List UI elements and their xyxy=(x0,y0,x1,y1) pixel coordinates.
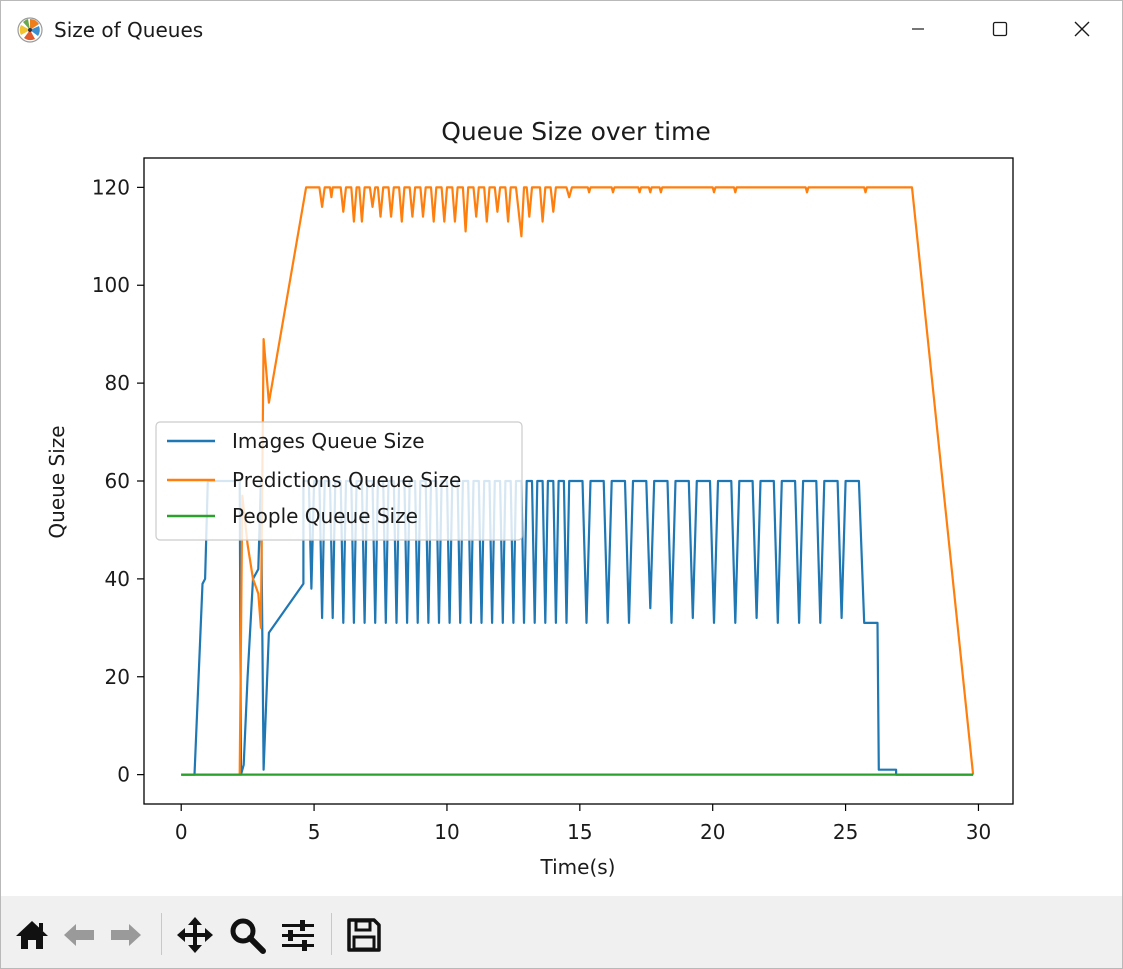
figure-window: Size of Queues Queue Size over time 0 5 10… xyxy=(0,0,1123,969)
y-tick-label: 100 xyxy=(92,273,130,297)
y-tick-label: 40 xyxy=(105,567,130,591)
legend-label-people: People Queue Size xyxy=(232,504,418,528)
maximize-icon xyxy=(992,21,1008,37)
matplotlib-logo-icon xyxy=(17,17,43,43)
back-button[interactable] xyxy=(58,913,100,957)
navigation-toolbar xyxy=(1,896,1122,968)
back-icon xyxy=(64,924,94,946)
y-tick-label: 120 xyxy=(92,175,130,199)
legend-label-predictions: Predictions Queue Size xyxy=(232,468,461,492)
maximize-button[interactable] xyxy=(969,1,1031,57)
plot-canvas[interactable]: Queue Size over time 0 5 10 15 20 25 30 0 20 40 60… xyxy=(1,57,1122,895)
save-icon xyxy=(347,918,381,952)
x-tick-label: 10 xyxy=(434,820,459,844)
chart-title: Queue Size over time xyxy=(441,117,711,146)
zoom-button[interactable] xyxy=(226,913,268,957)
home-icon xyxy=(16,921,48,949)
window-title: Size of Queues xyxy=(54,18,204,42)
title-bar[interactable]: Size of Queues xyxy=(1,1,1122,57)
pan-icon xyxy=(177,917,213,953)
minimize-icon xyxy=(912,28,924,30)
y-axis-label: Queue Size xyxy=(45,425,69,538)
legend: Images Queue Size Predictions Queue Size… xyxy=(155,421,523,541)
toolbar-separator xyxy=(331,913,332,955)
zoom-icon xyxy=(230,918,266,954)
forward-button[interactable] xyxy=(105,913,147,957)
save-button[interactable] xyxy=(343,913,385,957)
configure-subplots-button[interactable] xyxy=(277,913,319,957)
x-tick-label: 25 xyxy=(833,820,858,844)
home-button[interactable] xyxy=(11,913,53,957)
line-chart[interactable]: Queue Size over time 0 5 10 15 20 25 30 0 20 40 60… xyxy=(1,57,1122,895)
x-tick-label: 0 xyxy=(175,820,188,844)
configure-subplots-icon xyxy=(282,920,314,951)
x-tick-label: 20 xyxy=(700,820,725,844)
pan-button[interactable] xyxy=(174,913,216,957)
y-tick-label: 60 xyxy=(105,469,130,493)
close-button[interactable] xyxy=(1051,1,1113,57)
y-tick-label: 0 xyxy=(117,763,130,787)
close-icon xyxy=(1074,21,1090,37)
x-tick-label: 15 xyxy=(567,820,592,844)
legend-label-images: Images Queue Size xyxy=(232,429,425,453)
y-tick-label: 80 xyxy=(105,371,130,395)
forward-icon xyxy=(111,924,141,946)
toolbar-separator xyxy=(161,913,162,955)
y-tick-label: 20 xyxy=(105,665,130,689)
x-tick-label: 30 xyxy=(966,820,991,844)
minimize-button[interactable] xyxy=(887,1,949,57)
x-tick-label: 5 xyxy=(308,820,321,844)
x-axis-label: Time(s) xyxy=(540,855,616,879)
